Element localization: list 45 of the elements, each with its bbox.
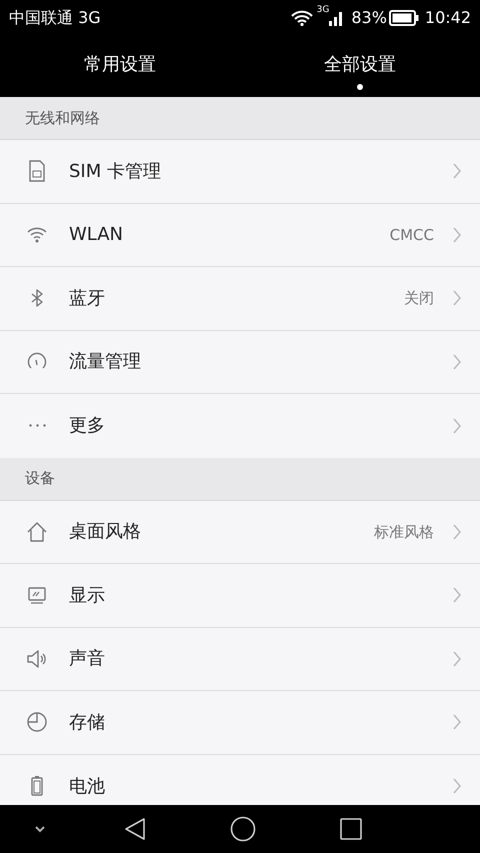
recents-icon[interactable]: [340, 818, 362, 840]
chevron-right-icon: [452, 713, 462, 732]
row-value: CMCC: [390, 224, 434, 246]
house-icon: [25, 520, 49, 544]
row-label: WLAN: [69, 223, 124, 248]
chevron-right-icon: [452, 226, 462, 244]
row-label: SIM 卡管理: [69, 160, 162, 184]
battery-icon: [388, 10, 419, 26]
chevron-down-icon[interactable]: [34, 825, 46, 833]
settings-row[interactable]: 流量管理: [0, 330, 480, 394]
chevron-right-icon: [452, 162, 462, 180]
tab[interactable]: 常用设置: [0, 35, 240, 97]
row-label: 流量管理: [69, 350, 142, 374]
row-label: 声音: [69, 647, 106, 672]
section-header: 无线和网络: [0, 97, 480, 140]
pie-chart-icon: [25, 710, 49, 734]
chevron-right-icon: [452, 289, 462, 308]
battery-percent: 83%: [351, 6, 387, 28]
chevron-right-icon: [452, 586, 462, 604]
settings-row[interactable]: WLAN CMCC: [0, 204, 480, 267]
row-label: 蓝牙: [69, 286, 106, 311]
chevron-right-icon: [452, 777, 462, 796]
home-icon[interactable]: [230, 816, 256, 842]
row-label: 桌面风格: [69, 520, 142, 544]
chevron-right-icon: [452, 416, 462, 435]
back-icon[interactable]: [124, 817, 146, 841]
carrier-name: 中国联通 3G: [9, 6, 101, 28]
row-value: 标准风格: [374, 522, 434, 542]
more-icon: [28, 424, 46, 428]
row-label: 电池: [69, 774, 106, 799]
row-value: 关闭: [404, 288, 434, 309]
network-type-label: 3G: [316, 4, 330, 17]
chevron-right-icon: [452, 352, 462, 371]
settings-row[interactable]: 声音: [0, 628, 480, 691]
settings-row[interactable]: 桌面风格 标准风格: [0, 500, 480, 564]
chevron-right-icon: [452, 522, 462, 541]
chevron-right-icon: [452, 650, 462, 668]
section-header: 设备: [0, 458, 480, 500]
signal-icon: [329, 10, 344, 26]
tab[interactable]: 全部设置: [240, 35, 480, 97]
row-label: 显示: [69, 584, 106, 608]
row-label: 更多: [69, 414, 106, 438]
wifi-icon: [290, 10, 313, 26]
clock: 10:42: [424, 6, 471, 28]
row-label: 存储: [69, 710, 106, 735]
